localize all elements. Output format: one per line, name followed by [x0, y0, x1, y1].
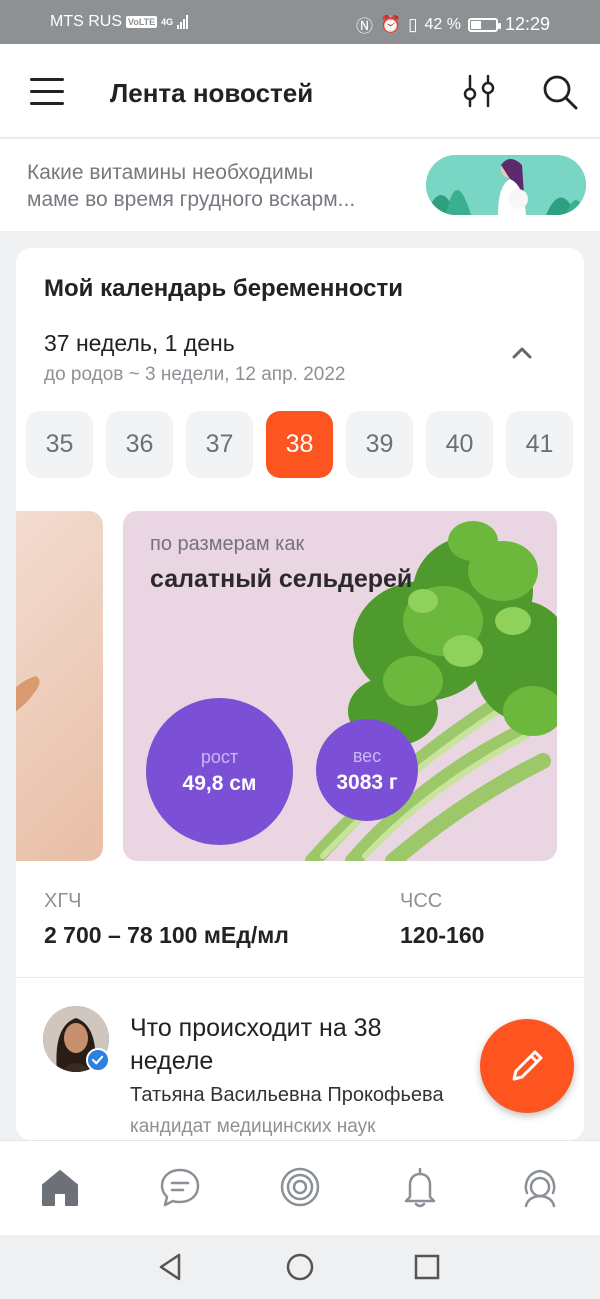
previous-slide[interactable]	[16, 511, 103, 861]
week-chip[interactable]: 37	[186, 411, 253, 478]
heart-rate-value: 120-160	[400, 922, 485, 948]
nfc-icon: Ⓝ	[355, 17, 373, 36]
bell-icon[interactable]	[398, 1165, 442, 1209]
article-title[interactable]: Что происходит на 38 неделе	[130, 1012, 460, 1078]
size-comparison-value: салатный сельдерей	[150, 565, 413, 593]
profile-icon[interactable]	[518, 1165, 562, 1209]
status-right: Ⓝ ⏰ ▯ 42 % 12:29	[356, 12, 550, 37]
promo-image	[426, 155, 586, 215]
author-title: кандидат медицинских наук	[130, 1116, 376, 1137]
page-title: Лента новостей	[110, 78, 314, 108]
pencil-icon	[512, 1050, 543, 1081]
recents-icon[interactable]	[411, 1251, 443, 1283]
week-chip[interactable]: 36	[106, 411, 173, 478]
week-chip[interactable]: 41	[506, 411, 573, 478]
search-icon[interactable]	[540, 72, 580, 112]
alarm-icon: ⏰	[379, 14, 402, 34]
promo-banner[interactable]: Какие витамины необходимы маме во время …	[0, 139, 600, 231]
app-header: Лента новостей	[0, 44, 600, 138]
promo-text: Какие витамины необходимы маме во время …	[27, 159, 407, 213]
battery-percent: 42 %	[424, 15, 461, 33]
promo-line-1: Какие витамины необходимы	[27, 161, 314, 184]
back-icon[interactable]	[155, 1251, 187, 1283]
vibrate-icon: ▯	[408, 14, 418, 34]
height-label: рост	[200, 747, 239, 767]
compose-button[interactable]	[480, 1019, 574, 1113]
hand-illustration	[16, 676, 40, 712]
bottom-nav	[0, 1140, 600, 1235]
size-comparison-slide[interactable]: по размерам как салатный сельдерей рост …	[123, 511, 557, 861]
weeks-progress: 37 недель, 1 день	[44, 330, 235, 356]
home-icon[interactable]	[38, 1165, 82, 1209]
week-chip[interactable]: 40	[426, 411, 493, 478]
chat-icon[interactable]	[158, 1165, 202, 1209]
week-chip-selected[interactable]: 38	[266, 411, 333, 478]
due-date-text: до родов ~ 3 недели, 12 апр. 2022	[44, 364, 346, 385]
system-nav-bar	[0, 1235, 600, 1299]
heart-rate-label: ЧСС	[400, 890, 443, 912]
height-badge: рост 49,8 см	[146, 698, 293, 845]
menu-icon[interactable]	[30, 76, 64, 106]
pregnancy-calendar-card: Мой календарь беременности 37 недель, 1 …	[16, 248, 584, 1140]
clock: 12:29	[504, 14, 550, 34]
battery-icon	[467, 17, 501, 32]
divider	[16, 977, 584, 978]
status-left: MTS RUS VoLTE 4G	[50, 13, 189, 31]
promo-line-2: маме во время грудного вскарм...	[27, 188, 356, 211]
hcg-value: 2 700 – 78 100 мЕд/мл	[44, 922, 289, 948]
carrier-label: MTS RUS	[50, 13, 122, 30]
network-type: 4G	[161, 16, 174, 27]
home-button-icon[interactable]	[284, 1251, 316, 1283]
weight-badge: вес 3083 г	[316, 719, 418, 821]
height-value: 49,8 см	[182, 772, 257, 795]
verified-icon	[86, 1048, 110, 1072]
author-name: Татьяна Васильевна Прокофьева	[130, 1084, 444, 1106]
target-icon[interactable]	[278, 1165, 322, 1209]
weight-label: вес	[352, 745, 382, 766]
volte-badge: VoLTE	[126, 16, 158, 28]
hcg-label: ХГЧ	[44, 890, 82, 912]
filter-icon[interactable]	[460, 72, 500, 112]
celery-image	[305, 521, 557, 861]
card-title: Мой календарь беременности	[44, 275, 404, 302]
status-bar: MTS RUS VoLTE 4G Ⓝ ⏰ ▯ 42 % 12:29	[0, 0, 600, 44]
week-chip[interactable]: 35	[26, 411, 93, 478]
chevron-up-icon[interactable]	[510, 344, 534, 360]
weight-value: 3083 г	[336, 770, 398, 794]
week-chip[interactable]: 39	[346, 411, 413, 478]
signal-icon	[177, 15, 189, 29]
